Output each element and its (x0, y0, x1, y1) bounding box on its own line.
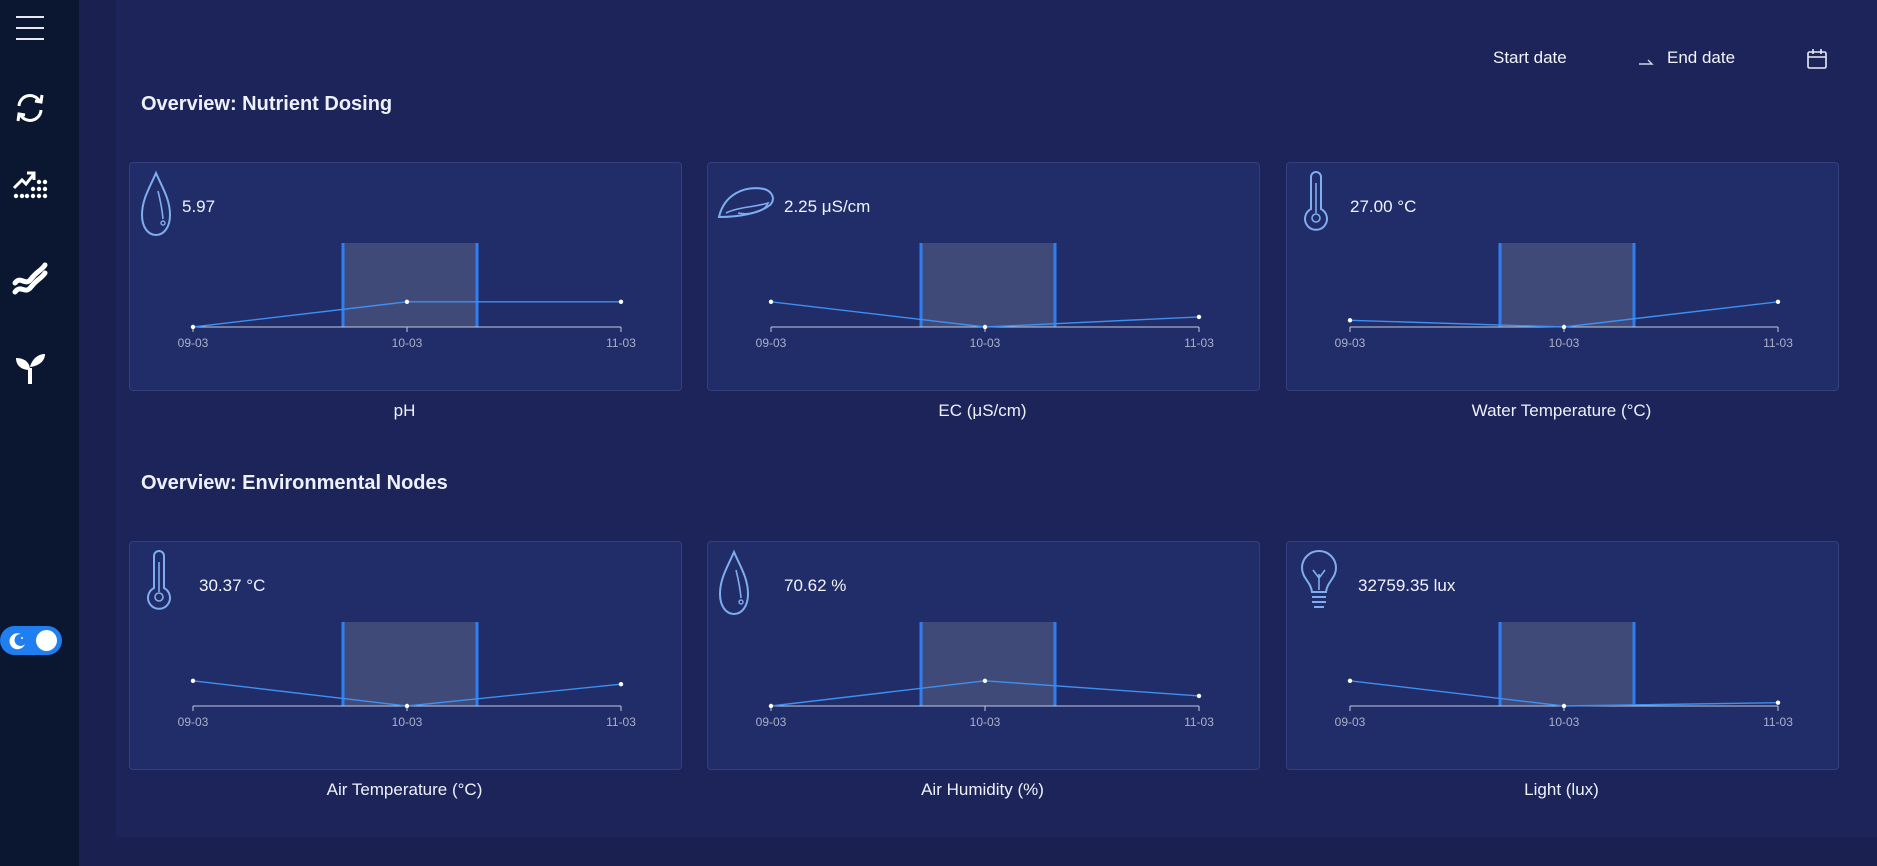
data-point (1196, 693, 1202, 699)
data-point (768, 703, 774, 709)
mini-line-chart: 09-03 10-03 11-03 (1335, 243, 1793, 350)
x-tick-label: 10-03 (1549, 715, 1580, 729)
card-caption: EC (μS/cm) (938, 401, 1027, 420)
data-point (404, 299, 410, 304)
x-tick-label: 09-03 (756, 715, 787, 729)
metric-card[interactable]: 2.25 μS/cm 09-03 10-03 11-03 (707, 162, 1260, 391)
end-date-input[interactable]: End date (1667, 48, 1735, 68)
x-tick-label: 09-03 (1335, 336, 1366, 350)
highlight-range (921, 622, 1055, 706)
data-point (190, 324, 196, 330)
highlight-range (921, 243, 1055, 327)
sprout-icon (16, 354, 45, 384)
mini-line-chart: 09-03 10-03 11-03 (178, 243, 636, 350)
highlight-range (1500, 622, 1634, 706)
metric-card[interactable]: 5.97 09-03 10-03 11-03 (129, 162, 682, 391)
x-tick-label: 10-03 (970, 715, 1001, 729)
data-point (1775, 299, 1781, 304)
highlight-range (1500, 243, 1634, 327)
x-tick-label: 10-03 (392, 336, 423, 350)
x-tick-label: 09-03 (1335, 715, 1366, 729)
highlight-range (343, 622, 477, 706)
metric-card[interactable]: 30.37 °C 09-03 10-03 11-03 (129, 541, 682, 770)
range-arrow-icon (1639, 59, 1654, 65)
data-point (404, 703, 410, 709)
x-tick-label: 10-03 (970, 336, 1001, 350)
card-caption: Light (lux) (1524, 780, 1599, 799)
metric-card[interactable]: 70.62 % 09-03 10-03 11-03 (707, 541, 1260, 770)
start-date-input[interactable]: Start date (1493, 48, 1567, 68)
data-point (1196, 314, 1202, 320)
mini-line-chart: 09-03 10-03 11-03 (178, 622, 636, 729)
card-caption: Air Temperature (°C) (326, 780, 483, 799)
highlight-range (343, 243, 477, 327)
x-tick-label: 11-03 (1763, 336, 1793, 350)
x-tick-label: 11-03 (1184, 715, 1214, 729)
section-title-environmental-nodes: Overview: Environmental Nodes (141, 472, 448, 494)
data-point (768, 299, 774, 304)
menu-icon (16, 16, 44, 40)
x-tick-label: 10-03 (1549, 336, 1580, 350)
refresh-button[interactable] (10, 88, 50, 128)
data-point (982, 678, 988, 683)
data-point (1561, 703, 1567, 709)
x-tick-label: 10-03 (392, 715, 423, 729)
wave-icon (12, 262, 48, 295)
data-point (1347, 678, 1353, 683)
data-point (618, 681, 624, 687)
x-tick-label: 11-03 (606, 715, 636, 729)
x-tick-label: 11-03 (1763, 715, 1793, 729)
data-point (190, 678, 196, 683)
analytics-button[interactable] (10, 166, 50, 206)
mini-line-chart: 09-03 10-03 11-03 (756, 622, 1214, 729)
water-button[interactable] (10, 258, 50, 298)
data-point (982, 324, 988, 330)
x-tick-label: 11-03 (606, 336, 636, 350)
x-tick-label: 09-03 (756, 336, 787, 350)
theme-toggle[interactable] (0, 626, 62, 655)
card-caption: Water Temperature (°C) (1471, 401, 1652, 420)
card-caption: Air Humidity (%) (921, 780, 1044, 799)
data-point (1775, 700, 1781, 705)
refresh-icon (16, 94, 44, 122)
section-title-nutrient-dosing: Overview: Nutrient Dosing (141, 93, 393, 115)
data-point (618, 299, 624, 304)
toggle-knob (36, 630, 57, 651)
x-tick-label: 09-03 (178, 336, 209, 350)
moon-icon (9, 633, 25, 650)
metric-card[interactable]: 27.00 °C 09-03 10-03 11-03 (1286, 162, 1839, 391)
trend-dots-icon (12, 171, 48, 199)
x-tick-label: 09-03 (178, 715, 209, 729)
sidebar (0, 0, 79, 866)
mini-line-chart: 09-03 10-03 11-03 (1335, 622, 1793, 729)
metric-card[interactable]: 32759.35 lux 09-03 10-03 11-03 (1286, 541, 1839, 770)
plants-button[interactable] (10, 348, 50, 388)
menu-button[interactable] (10, 8, 50, 48)
data-point (1561, 324, 1567, 330)
mini-line-chart: 09-03 10-03 11-03 (756, 243, 1214, 350)
calendar-icon[interactable] (1806, 48, 1828, 70)
data-point (1347, 318, 1353, 323)
card-caption: pH (393, 401, 416, 420)
x-tick-label: 11-03 (1184, 336, 1214, 350)
